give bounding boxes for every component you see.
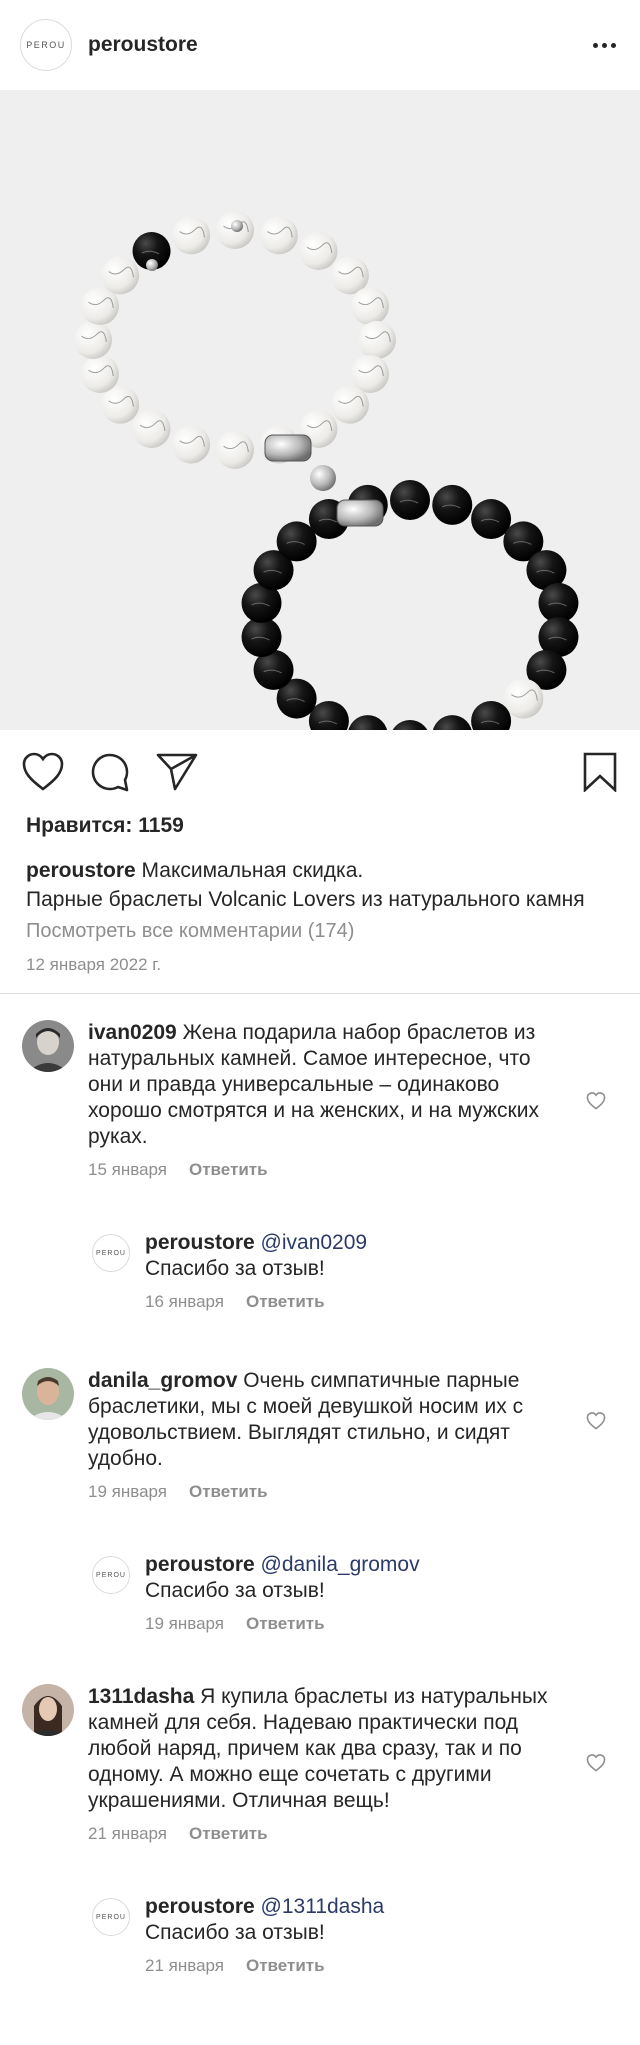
post-photo[interactable] bbox=[0, 90, 640, 730]
likes-count[interactable]: Нравится: 1159 bbox=[0, 814, 640, 838]
send-icon bbox=[156, 753, 198, 791]
save-button[interactable] bbox=[582, 752, 618, 792]
reply-item: PEROU peroustore @ivan0209 Спасибо за от… bbox=[0, 1230, 640, 1312]
comment-button[interactable] bbox=[90, 752, 130, 792]
reply-item: PEROU peroustore @1311dasha Спасибо за о… bbox=[0, 1894, 640, 1976]
comment-body: Спасибо за отзыв! bbox=[145, 1257, 325, 1280]
reply-button[interactable]: Ответить bbox=[189, 1160, 268, 1180]
comment-username[interactable]: peroustore bbox=[145, 1231, 255, 1254]
reply-item: PEROU peroustore @danila_gromov Спасибо … bbox=[0, 1552, 640, 1634]
silver-bead bbox=[231, 220, 243, 232]
store-logo-text: PEROU bbox=[96, 1571, 126, 1579]
heart-icon bbox=[586, 1412, 606, 1430]
caption-username[interactable]: peroustore bbox=[26, 859, 136, 882]
post-header: PEROU peroustore bbox=[0, 0, 640, 90]
comment-date: 21 января bbox=[145, 1956, 224, 1975]
user-avatar[interactable] bbox=[22, 1684, 74, 1736]
silver-bead bbox=[146, 259, 158, 271]
comments-list: ivan0209 Жена подарила набор браслетов и… bbox=[0, 994, 640, 1976]
bracelets-image bbox=[74, 211, 579, 730]
black-bead bbox=[348, 715, 388, 730]
store-logo-text: PEROU bbox=[96, 1913, 126, 1921]
comment-username[interactable]: danila_gromov bbox=[88, 1369, 237, 1392]
comment-item: danila_gromov Очень симпатичные парные б… bbox=[0, 1368, 640, 1502]
comment-icon bbox=[91, 753, 129, 792]
store-avatar[interactable]: PEROU bbox=[20, 19, 72, 71]
store-avatar[interactable]: PEROU bbox=[92, 1234, 130, 1272]
store-logo-text: PEROU bbox=[26, 40, 66, 50]
store-avatar[interactable]: PEROU bbox=[92, 1556, 130, 1594]
comment-like-button[interactable] bbox=[586, 1412, 606, 1435]
reply-button[interactable]: Ответить bbox=[189, 1482, 268, 1502]
share-button[interactable] bbox=[156, 752, 198, 792]
reply-button[interactable]: Ответить bbox=[189, 1824, 268, 1844]
charm-part bbox=[264, 434, 312, 462]
comment-username[interactable]: peroustore bbox=[145, 1553, 255, 1576]
comment-item: 1311dasha Я купила браслеты из натуральн… bbox=[0, 1684, 640, 1844]
comment-text: peroustore @1311dasha Спасибо за отзыв! bbox=[145, 1894, 570, 1946]
black-bead bbox=[432, 715, 472, 730]
store-avatar[interactable]: PEROU bbox=[92, 1898, 130, 1936]
like-button[interactable] bbox=[22, 752, 64, 792]
comment-like-button[interactable] bbox=[586, 1092, 606, 1115]
view-all-comments-link[interactable]: Посмотреть все комментарии (174) bbox=[0, 920, 640, 943]
comment-date: 19 января bbox=[145, 1614, 224, 1633]
header-username[interactable]: peroustore bbox=[88, 33, 198, 57]
comment-item: ivan0209 Жена подарила набор браслетов и… bbox=[0, 1020, 640, 1180]
post-caption: peroustore Максимальная скидка. Парные б… bbox=[0, 856, 640, 914]
black-bead bbox=[392, 720, 428, 730]
comment-username[interactable]: 1311dasha bbox=[88, 1685, 194, 1708]
reply-button[interactable]: Ответить bbox=[246, 1292, 325, 1312]
user-avatar[interactable] bbox=[22, 1368, 74, 1420]
charm-part bbox=[336, 499, 384, 527]
user-avatar[interactable] bbox=[22, 1020, 74, 1072]
post-actions bbox=[0, 730, 640, 814]
comment-date: 15 января bbox=[88, 1160, 167, 1179]
bookmark-icon bbox=[583, 752, 617, 792]
reply-button[interactable]: Ответить bbox=[246, 1956, 325, 1976]
comment-like-button[interactable] bbox=[586, 1754, 606, 1777]
comment-date: 19 января bbox=[88, 1482, 167, 1501]
comment-body: Спасибо за отзыв! bbox=[145, 1921, 325, 1944]
silver-bead bbox=[310, 465, 336, 491]
heart-icon bbox=[586, 1754, 606, 1772]
comment-text: peroustore @danila_gromov Спасибо за отз… bbox=[145, 1552, 570, 1604]
comment-text: peroustore @ivan0209 Спасибо за отзыв! bbox=[145, 1230, 570, 1282]
comment-text: ivan0209 Жена подарила набор браслетов и… bbox=[88, 1020, 570, 1150]
comment-date: 16 января bbox=[145, 1292, 224, 1311]
comment-body: Спасибо за отзыв! bbox=[145, 1579, 325, 1602]
comment-date: 21 января bbox=[88, 1824, 167, 1843]
post-date: 12 января 2022 г. bbox=[26, 955, 162, 974]
mention-link[interactable]: @1311dasha bbox=[261, 1895, 385, 1918]
comment-text: danila_gromov Очень симпатичные парные б… bbox=[88, 1368, 570, 1472]
store-logo-text: PEROU bbox=[96, 1249, 126, 1257]
comment-username[interactable]: ivan0209 bbox=[88, 1021, 177, 1044]
mention-link[interactable]: @danila_gromov bbox=[261, 1553, 420, 1576]
mention-link[interactable]: @ivan0209 bbox=[261, 1231, 368, 1254]
comment-text: 1311dasha Я купила браслеты из натуральн… bbox=[88, 1684, 570, 1814]
heart-icon bbox=[22, 752, 64, 791]
comment-username[interactable]: peroustore bbox=[145, 1895, 255, 1918]
heart-icon bbox=[586, 1092, 606, 1110]
more-horizontal-icon[interactable] bbox=[589, 33, 620, 58]
reply-button[interactable]: Ответить bbox=[246, 1614, 325, 1634]
